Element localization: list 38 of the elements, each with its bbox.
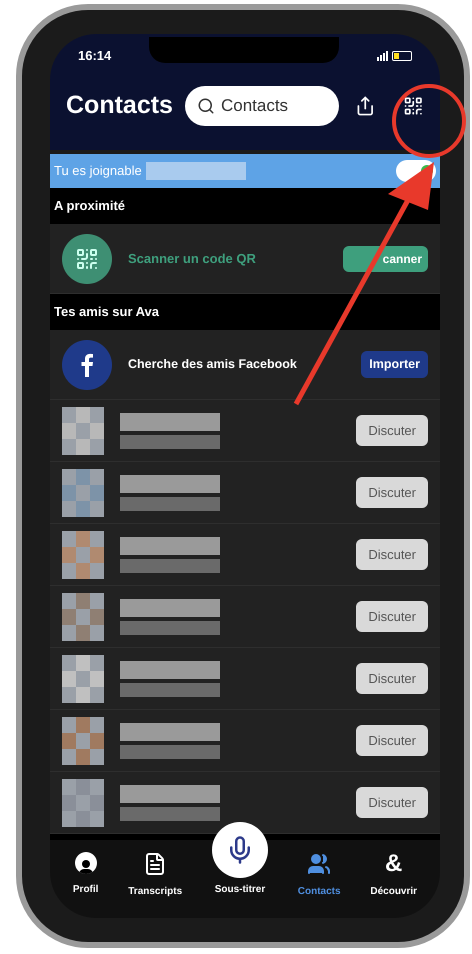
tab-item[interactable]: & Découvrir	[370, 852, 418, 899]
qr-code-icon	[75, 246, 99, 270]
blurred-avatar	[62, 468, 104, 516]
status-time: 16:14	[78, 47, 112, 66]
chat-button[interactable]: Discuter	[356, 662, 428, 694]
blurred-avatar	[62, 530, 104, 578]
signal-icon	[377, 51, 388, 61]
section-header: Tes amis sur Ava	[54, 303, 160, 322]
scan-button[interactable]: canner	[342, 246, 428, 272]
blurred-avatar	[62, 654, 104, 702]
blurred-avatar	[62, 406, 104, 454]
search-field[interactable]: Contacts	[184, 86, 339, 126]
blurred-avatar	[62, 592, 104, 640]
tab-item[interactable]: Sous-titrer	[212, 822, 268, 897]
page-title: Contacts	[66, 90, 173, 122]
row-label: Cherche des amis Facebook	[128, 356, 298, 374]
chat-button[interactable]: Discuter	[356, 476, 428, 508]
chat-button[interactable]: Discuter	[356, 786, 428, 818]
profile-icon	[74, 852, 97, 874]
chat-button[interactable]: Discuter	[356, 600, 428, 632]
tab-item[interactable]: Transcripts	[128, 852, 182, 899]
tab-item[interactable]: Profil	[72, 852, 98, 897]
section-header: A proximité	[54, 197, 126, 216]
chat-button[interactable]: Discuter	[356, 538, 428, 570]
import-button[interactable]: Importer	[361, 351, 428, 378]
banner-text: Tu es joignable	[54, 162, 142, 180]
chat-button[interactable]: Discuter	[356, 414, 428, 446]
tab-item[interactable]: Contacts	[298, 852, 341, 899]
facebook-logo-icon	[80, 352, 94, 376]
people-icon	[307, 852, 332, 876]
blurred-avatar	[62, 778, 104, 826]
row-label: Scanner un code QR	[128, 250, 257, 268]
chat-button[interactable]: Discuter	[356, 724, 428, 756]
share-icon[interactable]	[354, 94, 376, 118]
blurred-avatar	[62, 716, 104, 764]
battery-icon	[392, 51, 412, 61]
ampersand-icon: &	[385, 852, 402, 876]
search-icon	[196, 97, 215, 115]
